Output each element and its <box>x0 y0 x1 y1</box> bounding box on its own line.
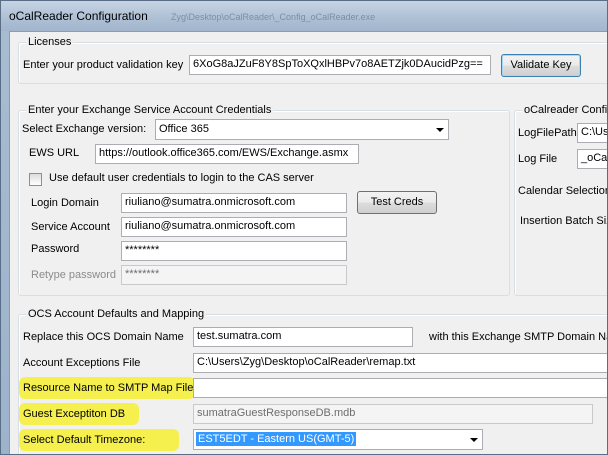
ocs-group-label: OCS Account Defaults and Mapping <box>26 308 207 320</box>
chevron-down-icon[interactable] <box>431 120 448 139</box>
window-title: oCalReader Configuration <box>9 9 148 23</box>
exchange-version-select[interactable]: Office 365 <box>155 119 449 140</box>
service-account-input[interactable]: riuliano@sumatra.onmicrosoft.com <box>121 217 347 237</box>
licenses-group: Licenses Enter your product validation k… <box>18 36 607 84</box>
exchange-group-label: Enter your Exchange Service Account Cred… <box>26 104 274 116</box>
replace-domain-input[interactable]: test.sumatra.com <box>193 327 413 347</box>
resource-map-label: Resource Name to SMTP Map File <box>23 382 194 394</box>
guest-db-input: sumatraGuestResponseDB.mdb <box>193 404 593 424</box>
product-key-input[interactable]: 6XoG8aJZuF8Y8SpToXQxlHBPv7o8AETZjk0DAuci… <box>189 55 491 75</box>
login-domain-input[interactable]: riuliano@sumatra.onmicrosoft.com <box>121 193 347 213</box>
background-window-title: Zyg\Desktop\oCalReader\_Config_oCalReade… <box>171 12 376 22</box>
ocs-mapping-group: OCS Account Defaults and Mapping Replace… <box>18 308 608 454</box>
ews-url-label: EWS URL <box>29 147 80 159</box>
insertion-batch-size-label: Insertion Batch Siz <box>520 215 608 227</box>
chevron-down-icon[interactable] <box>465 430 482 449</box>
log-file-path-input[interactable]: C:\Us <box>577 123 607 143</box>
validate-key-button[interactable]: Validate Key <box>501 54 581 77</box>
ews-url-input[interactable]: https://outlook.office365.com/EWS/Exchan… <box>95 144 359 164</box>
config-window: oCalReader Configuration Zyg\Desktop\oCa… <box>0 0 608 455</box>
timezone-label: Select Default Timezone: <box>23 434 146 446</box>
password-input[interactable]: ******** <box>121 241 347 261</box>
log-file-input[interactable]: _oCa <box>577 149 607 169</box>
exchange-credentials-group: Enter your Exchange Service Account Cred… <box>18 104 510 296</box>
licenses-group-label: Licenses <box>26 36 74 48</box>
login-domain-label: Login Domain <box>31 197 99 209</box>
title-bar[interactable]: oCalReader Configuration Zyg\Desktop\oCa… <box>1 1 607 31</box>
client-area: Licenses Enter your product validation k… <box>9 31 608 454</box>
test-creds-button[interactable]: Test Creds <box>357 191 437 214</box>
ocalreader-config-group: oCalreader Configu LogFilePath C:\Us Log… <box>514 104 608 296</box>
account-exceptions-label: Account Exceptions File <box>23 357 141 369</box>
exchange-version-value: Office 365 <box>159 123 209 135</box>
calendar-selection-label: Calendar Selection <box>518 185 608 197</box>
account-exceptions-input[interactable]: C:\Users\Zyg\Desktop\oCalReader\remap.tx… <box>193 353 607 373</box>
service-account-label: Service Account <box>31 221 110 233</box>
timezone-value: EST5EDT - Eastern US(GMT-5) <box>196 432 357 446</box>
smtp-domain-label: with this Exchange SMTP Domain Nam <box>429 331 608 343</box>
log-file-path-label: LogFilePath <box>518 127 577 139</box>
retype-password-input: ******** <box>121 265 347 285</box>
retype-password-label: Retype password <box>31 269 116 281</box>
log-file-label: Log File <box>518 153 558 165</box>
resource-map-input[interactable] <box>193 378 607 398</box>
ocalreader-group-label: oCalreader Configu <box>522 104 607 116</box>
default-credentials-label: Use default user credentials to login to… <box>49 172 314 184</box>
replace-domain-label: Replace this OCS Domain Name <box>23 331 184 343</box>
guest-db-label: Guest Exceptiton DB <box>23 408 126 420</box>
password-label: Password <box>31 243 80 255</box>
exchange-version-label: Select Exchange version: <box>22 123 147 135</box>
default-credentials-checkbox[interactable] <box>29 173 42 186</box>
product-key-label: Enter your product validation key <box>23 59 184 71</box>
timezone-select[interactable]: EST5EDT - Eastern US(GMT-5) <box>193 429 483 450</box>
